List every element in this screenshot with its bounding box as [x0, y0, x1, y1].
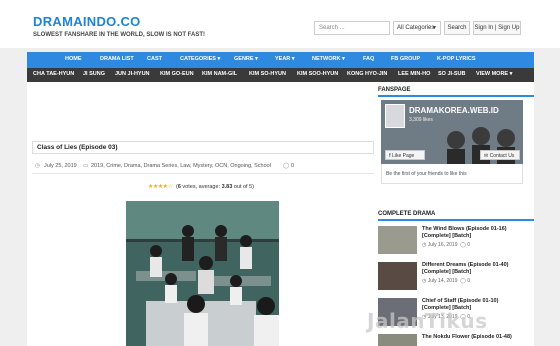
drama-date: July 14, 2019: [427, 278, 458, 284]
cast-nav-item[interactable]: SO JI-SUB: [438, 71, 466, 77]
drama-date: July 16, 2019: [427, 242, 458, 248]
view-more-button[interactable]: VIEW MORE ▾: [476, 71, 512, 77]
cast-nav-item[interactable]: KONG HYO-JIN: [347, 71, 387, 77]
drama-title[interactable]: The Nokdu Flower (Episode 01-48): [422, 334, 522, 341]
drama-title[interactable]: The Wind Blows (Episode 01-16) [Complete…: [422, 226, 522, 240]
drama-meta: ◷ July 16, 2019 ◯ 0: [422, 242, 471, 248]
site-header: DRAMAINDO.CO SLOWEST FANSHARE IN THE WOR…: [0, 0, 560, 48]
main-nav: HOME DRAMA LIST CAST CATEGORIES ▾ GENRE …: [27, 52, 534, 68]
post-comment-count[interactable]: 0: [291, 163, 294, 169]
search-input[interactable]: Search ...: [314, 21, 390, 35]
message-icon: ✉: [484, 153, 489, 159]
drama-comments: 0: [467, 242, 471, 248]
facebook-likes-count: 3,309 likes: [409, 117, 433, 123]
divider: [32, 173, 374, 174]
drama-list-item[interactable]: The Nokdu Flower (Episode 01-48): [378, 334, 534, 346]
cast-nav-item[interactable]: JI SUNG: [83, 71, 105, 77]
facebook-like-button[interactable]: f Like Page: [385, 150, 425, 160]
comment-icon: ◯: [283, 163, 290, 169]
chevron-down-icon: ▼: [432, 25, 437, 31]
drama-meta: ◷ July 14, 2019 ◯ 0: [422, 278, 471, 284]
rating-average: 3.83: [221, 184, 233, 190]
rating-text: (6 votes, average: 3.83 out of 5): [176, 184, 254, 190]
complete-drama-heading: COMPLETE DRAMA: [378, 211, 436, 217]
rating-stars[interactable]: ★★★★☆: [148, 183, 173, 190]
facebook-like-label: Like Page: [392, 153, 415, 159]
nav-item-faq[interactable]: FAQ: [363, 56, 374, 62]
rating-text-post: out of 5): [232, 184, 255, 190]
drama-list-item[interactable]: Different Dreams (Episode 01-40) [Comple…: [378, 262, 534, 294]
nav-item-categories[interactable]: CATEGORIES ▾: [180, 56, 220, 62]
heading-underline: [378, 95, 534, 97]
post-date: July 25, 2019: [44, 163, 77, 169]
facebook-contact-label: Contact Us: [489, 153, 515, 159]
facebook-icon: f: [389, 153, 391, 159]
heading-underline: [378, 219, 534, 221]
post-title[interactable]: Class of Lies (Episode 03): [37, 144, 118, 151]
nav-item-home[interactable]: HOME: [65, 56, 82, 62]
nav-item-network[interactable]: NETWORK ▾: [312, 56, 345, 62]
nav-item-cast[interactable]: CAST: [147, 56, 162, 62]
drama-comments: 0: [467, 278, 471, 284]
rating-text-mid: votes, average:: [180, 184, 222, 190]
site-logo[interactable]: DRAMAINDO.CO: [33, 14, 141, 29]
drama-thumbnail[interactable]: [378, 334, 417, 346]
signin-button[interactable]: Sign In | Sign Up: [473, 21, 521, 35]
drama-thumbnail[interactable]: [378, 226, 417, 254]
facebook-contact-button[interactable]: ✉ Contact Us: [480, 150, 520, 160]
page: DRAMAINDO.CO SLOWEST FANSHARE IN THE WOR…: [0, 0, 560, 346]
nav-item-kpop-lyrics[interactable]: K-POP LYRICS: [437, 56, 476, 62]
drama-list-item[interactable]: The Wind Blows (Episode 01-16) [Complete…: [378, 226, 534, 258]
cast-nav-item[interactable]: CHA TAE-HYUN: [33, 71, 74, 77]
cast-nav-item[interactable]: KIM SOO-HYUN: [297, 71, 338, 77]
nav-item-drama-list[interactable]: DRAMA LIST: [100, 56, 134, 62]
poster-illustration: [126, 201, 279, 346]
nav-item-genre[interactable]: GENRE ▾: [234, 56, 258, 62]
cast-nav-item[interactable]: KIM NAM-GIL: [202, 71, 237, 77]
category-select-value: All Categories: [397, 25, 435, 31]
clock-icon: ◷: [35, 163, 40, 169]
facebook-page-avatar[interactable]: [385, 104, 405, 128]
facebook-page-name[interactable]: DRAMAKOREA.WEB.ID: [409, 106, 499, 115]
cast-nav: CHA TAE-HYUN JI SUNG JUN JI-HYUN KIM GO-…: [27, 68, 534, 82]
post-categories[interactable]: 2019, Crime, Drama, Drama Series, Law, M…: [91, 163, 271, 169]
search-button[interactable]: Search: [444, 21, 470, 35]
nav-item-fb-group[interactable]: FB GROUP: [391, 56, 420, 62]
drama-poster-image: [126, 201, 279, 346]
folder-icon: ▭: [83, 163, 89, 169]
facebook-footer-text: Be the first of your friends to like thi…: [386, 171, 467, 177]
nav-item-year[interactable]: YEAR ▾: [275, 56, 295, 62]
watermark-logo: JalanTikus: [367, 309, 488, 333]
drama-thumbnail[interactable]: [378, 262, 417, 290]
site-tagline: SLOWEST FANSHARE IN THE WORLD, SLOW IS N…: [33, 32, 205, 38]
cast-nav-item[interactable]: JUN JI-HYUN: [115, 71, 150, 77]
cast-nav-item[interactable]: LEE MIN-HO: [398, 71, 430, 77]
cast-nav-item[interactable]: KIM GO-EUN: [160, 71, 194, 77]
drama-title[interactable]: Different Dreams (Episode 01-40) [Comple…: [422, 262, 522, 276]
category-select[interactable]: All Categories ▼: [393, 21, 441, 35]
cast-nav-item[interactable]: KIM SO-HYUN: [249, 71, 286, 77]
fanspage-heading: FANSPAGE: [378, 87, 411, 93]
